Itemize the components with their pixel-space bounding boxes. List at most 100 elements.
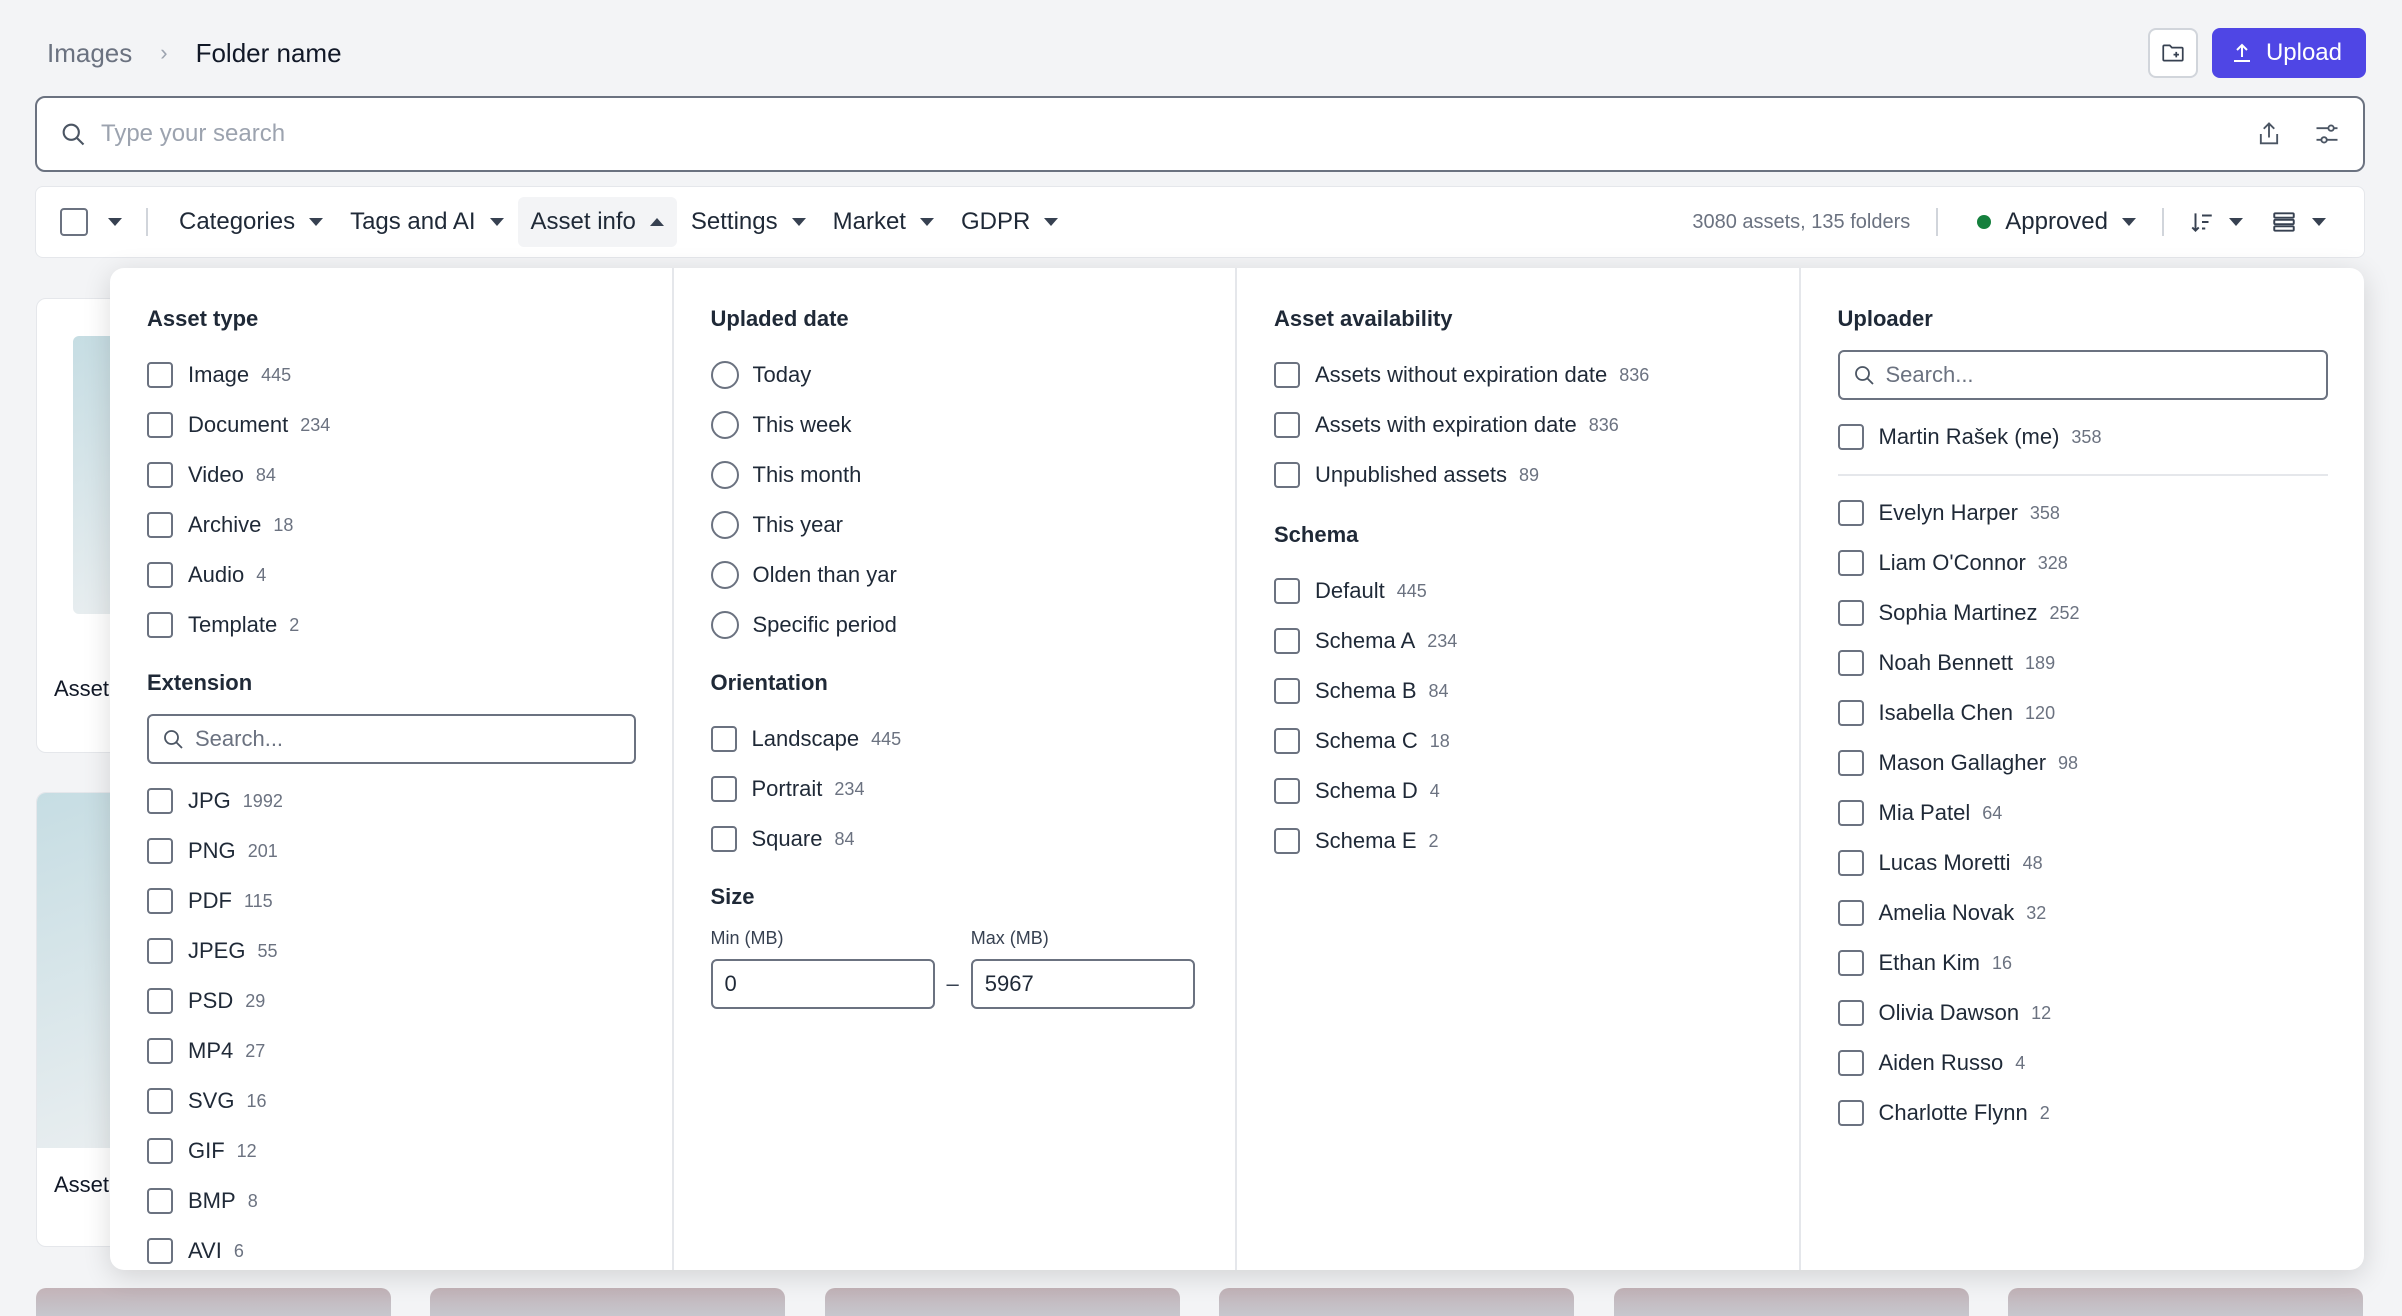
checkbox[interactable] <box>147 988 173 1014</box>
uploader-search-input[interactable] <box>1885 362 2314 388</box>
checkbox[interactable] <box>1274 362 1300 388</box>
extension-option[interactable]: PNG 201 <box>147 826 636 876</box>
checkbox[interactable] <box>1274 678 1300 704</box>
filter-market[interactable]: Market <box>820 197 947 247</box>
checkbox[interactable] <box>147 1138 173 1164</box>
checkbox[interactable] <box>1837 900 1864 926</box>
extension-search-input[interactable] <box>195 726 622 752</box>
extension-option[interactable]: MP4 27 <box>147 1026 636 1076</box>
checkbox[interactable] <box>1274 412 1300 438</box>
availability-option[interactable]: Unpublished assets 89 <box>1274 450 1763 500</box>
schema-option[interactable]: Schema B 84 <box>1274 666 1763 716</box>
asset-type-option[interactable]: Document 234 <box>147 400 636 450</box>
checkbox[interactable] <box>147 838 173 864</box>
checkbox[interactable] <box>1837 500 1864 526</box>
checkbox[interactable] <box>1274 778 1300 804</box>
checkbox[interactable] <box>710 826 737 852</box>
search-input[interactable] <box>101 120 2255 148</box>
asset-type-option[interactable]: Audio 4 <box>147 550 636 600</box>
availability-option[interactable]: Assets without expiration date 836 <box>1274 350 1763 400</box>
filter-gdpr[interactable]: GDPR <box>948 197 1071 247</box>
checkbox[interactable] <box>147 462 173 488</box>
radio-button[interactable] <box>710 611 739 639</box>
extension-option[interactable]: PDF 115 <box>147 876 636 926</box>
checkbox[interactable] <box>1837 850 1864 876</box>
checkbox[interactable] <box>147 1038 173 1064</box>
checkbox[interactable] <box>1274 828 1300 854</box>
checkbox[interactable] <box>1274 462 1300 488</box>
uploader-option[interactable]: Lucas Moretti 48 <box>1837 838 2329 888</box>
radio-button[interactable] <box>710 461 739 489</box>
checkbox[interactable] <box>1837 950 1864 976</box>
asset-type-option[interactable]: Template 2 <box>147 600 636 650</box>
extension-option[interactable]: SVG 16 <box>147 1076 636 1126</box>
radio-button[interactable] <box>710 361 739 389</box>
date-option[interactable]: This year <box>710 500 1200 550</box>
status-filter[interactable]: Approved <box>1964 197 2149 247</box>
uploader-option[interactable]: Liam O'Connor 328 <box>1837 538 2329 588</box>
uploader-option[interactable]: Noah Bennett 189 <box>1837 638 2329 688</box>
uploader-option[interactable]: Amelia Novak 32 <box>1837 888 2329 938</box>
schema-option[interactable]: Schema E 2 <box>1274 816 1763 866</box>
uploader-option[interactable]: Charlotte Flynn 2 <box>1837 1088 2329 1138</box>
date-option[interactable]: Olden than yar <box>710 550 1200 600</box>
filter-settings[interactable]: Settings <box>678 197 819 247</box>
radio-button[interactable] <box>710 561 739 589</box>
checkbox[interactable] <box>1837 550 1864 576</box>
date-option[interactable]: This month <box>710 450 1200 500</box>
checkbox[interactable] <box>1837 750 1864 776</box>
asset-type-option[interactable]: Archive 18 <box>147 500 636 550</box>
extension-option[interactable]: AVI 6 <box>147 1226 636 1270</box>
uploader-option[interactable]: Mason Gallagher 98 <box>1837 738 2329 788</box>
share-icon[interactable] <box>2255 120 2283 148</box>
orientation-option[interactable]: Portrait 234 <box>710 764 1200 814</box>
radio-button[interactable] <box>710 511 739 539</box>
asset-type-option[interactable]: Video 84 <box>147 450 636 500</box>
asset-type-option[interactable]: Image 445 <box>147 350 636 400</box>
extension-option[interactable]: GIF 12 <box>147 1126 636 1176</box>
filter-tags-and-ai[interactable]: Tags and AI <box>337 197 516 247</box>
checkbox[interactable] <box>147 612 173 638</box>
checkbox[interactable] <box>147 888 173 914</box>
availability-option[interactable]: Assets with expiration date 836 <box>1274 400 1763 450</box>
checkbox[interactable] <box>147 938 173 964</box>
sort-button[interactable] <box>2176 197 2256 247</box>
extension-option[interactable]: JPG 1992 <box>147 776 636 826</box>
date-option[interactable]: This week <box>710 400 1200 450</box>
checkbox[interactable] <box>710 776 737 802</box>
uploader-option[interactable]: Isabella Chen 120 <box>1837 688 2329 738</box>
filter-sliders-icon[interactable] <box>2313 120 2341 148</box>
checkbox[interactable] <box>1837 600 1864 626</box>
size-min-input[interactable] <box>710 959 935 1009</box>
checkbox[interactable] <box>147 1238 173 1264</box>
checkbox[interactable] <box>1274 728 1300 754</box>
schema-option[interactable]: Schema D 4 <box>1274 766 1763 816</box>
checkbox[interactable] <box>1837 424 1864 450</box>
date-option[interactable]: Specific period <box>710 600 1200 650</box>
new-folder-button[interactable] <box>2147 28 2198 78</box>
checkbox[interactable] <box>147 362 173 388</box>
checkbox[interactable] <box>147 562 173 588</box>
select-dropdown-chevron-icon[interactable] <box>108 218 122 226</box>
uploader-option[interactable]: Aiden Russo 4 <box>1837 1038 2329 1088</box>
size-max-input[interactable] <box>970 959 1195 1009</box>
schema-option[interactable]: Default 445 <box>1274 566 1763 616</box>
checkbox[interactable] <box>1837 650 1864 676</box>
upload-button[interactable]: Upload <box>2211 28 2366 78</box>
checkbox[interactable] <box>147 1088 173 1114</box>
schema-option[interactable]: Schema A 234 <box>1274 616 1763 666</box>
uploader-option[interactable]: Sophia Martinez 252 <box>1837 588 2329 638</box>
checkbox[interactable] <box>147 1188 173 1214</box>
uploader-option[interactable]: Evelyn Harper 358 <box>1837 488 2329 538</box>
orientation-option[interactable]: Square 84 <box>710 814 1200 864</box>
radio-button[interactable] <box>710 411 739 439</box>
checkbox[interactable] <box>1274 628 1300 654</box>
checkbox[interactable] <box>1274 578 1300 604</box>
checkbox[interactable] <box>1837 800 1864 826</box>
uploader-option[interactable]: Mia Patel 64 <box>1837 788 2329 838</box>
schema-option[interactable]: Schema C 18 <box>1274 716 1763 766</box>
checkbox[interactable] <box>710 726 737 752</box>
extension-option[interactable]: JPEG 55 <box>147 926 636 976</box>
checkbox[interactable] <box>147 512 173 538</box>
uploader-option[interactable]: Ethan Kim 16 <box>1837 938 2329 988</box>
